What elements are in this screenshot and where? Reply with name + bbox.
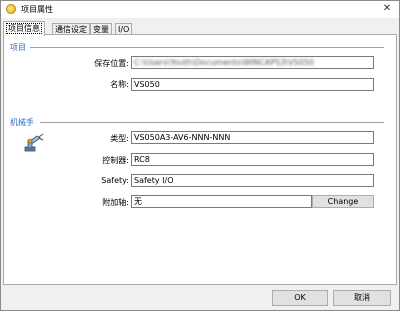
window-title: 项目属性: [21, 5, 53, 14]
save-location-field[interactable]: C:\Users\Youth\Documents\WINCAPS3\VS050: [131, 56, 374, 69]
title-bar: 项目属性 ✕: [1, 1, 399, 18]
controller-field[interactable]: RC8: [131, 153, 374, 166]
save-location-label: 保存位置:: [94, 59, 129, 68]
name-label: 名称:: [110, 80, 129, 89]
cancel-button[interactable]: 取消: [333, 290, 391, 306]
robot-section-title: 机械手: [10, 118, 34, 127]
robot-section-divider: [40, 122, 384, 123]
safety-field[interactable]: Safety I/O: [131, 174, 374, 187]
change-button[interactable]: Change: [312, 195, 374, 208]
close-icon[interactable]: ✕: [379, 2, 395, 16]
project-section-divider: [30, 47, 384, 48]
project-icon: [6, 4, 16, 14]
save-location-value: C:\Users\Youth\Documents\WINCAPS3\VS050: [134, 58, 314, 67]
tab-project-info-label: 项目信息: [6, 23, 42, 34]
extra-axis-field[interactable]: 无: [131, 195, 312, 208]
tab-variables-label: 变量: [93, 25, 109, 34]
tab-io-label: I/O: [118, 25, 130, 34]
type-label: 类型:: [110, 134, 129, 143]
tab-communication-label: 通信设定: [55, 25, 87, 34]
tab-project-info[interactable]: 项目信息: [3, 21, 45, 36]
ok-button[interactable]: OK: [272, 290, 328, 306]
controller-label: 控制器:: [102, 156, 129, 165]
tab-strip: 项目信息 通信设定 变量 I/O: [3, 21, 397, 36]
project-properties-dialog: 项目属性 ✕ 项目信息 通信设定 变量 I/O 项目 保存位置: C:\User…: [0, 0, 400, 311]
name-field[interactable]: VS050: [131, 78, 374, 91]
tab-panel: 项目 保存位置: C:\Users\Youth\Documents\WINCAP…: [3, 34, 397, 285]
robot-arm-icon: [24, 133, 44, 152]
project-section-title: 项目: [10, 43, 26, 52]
type-field[interactable]: VS050A3-AV6-NNN-NNN: [131, 131, 374, 144]
extra-axis-label: 附加轴:: [102, 198, 129, 207]
safety-label: Safety:: [101, 176, 129, 185]
